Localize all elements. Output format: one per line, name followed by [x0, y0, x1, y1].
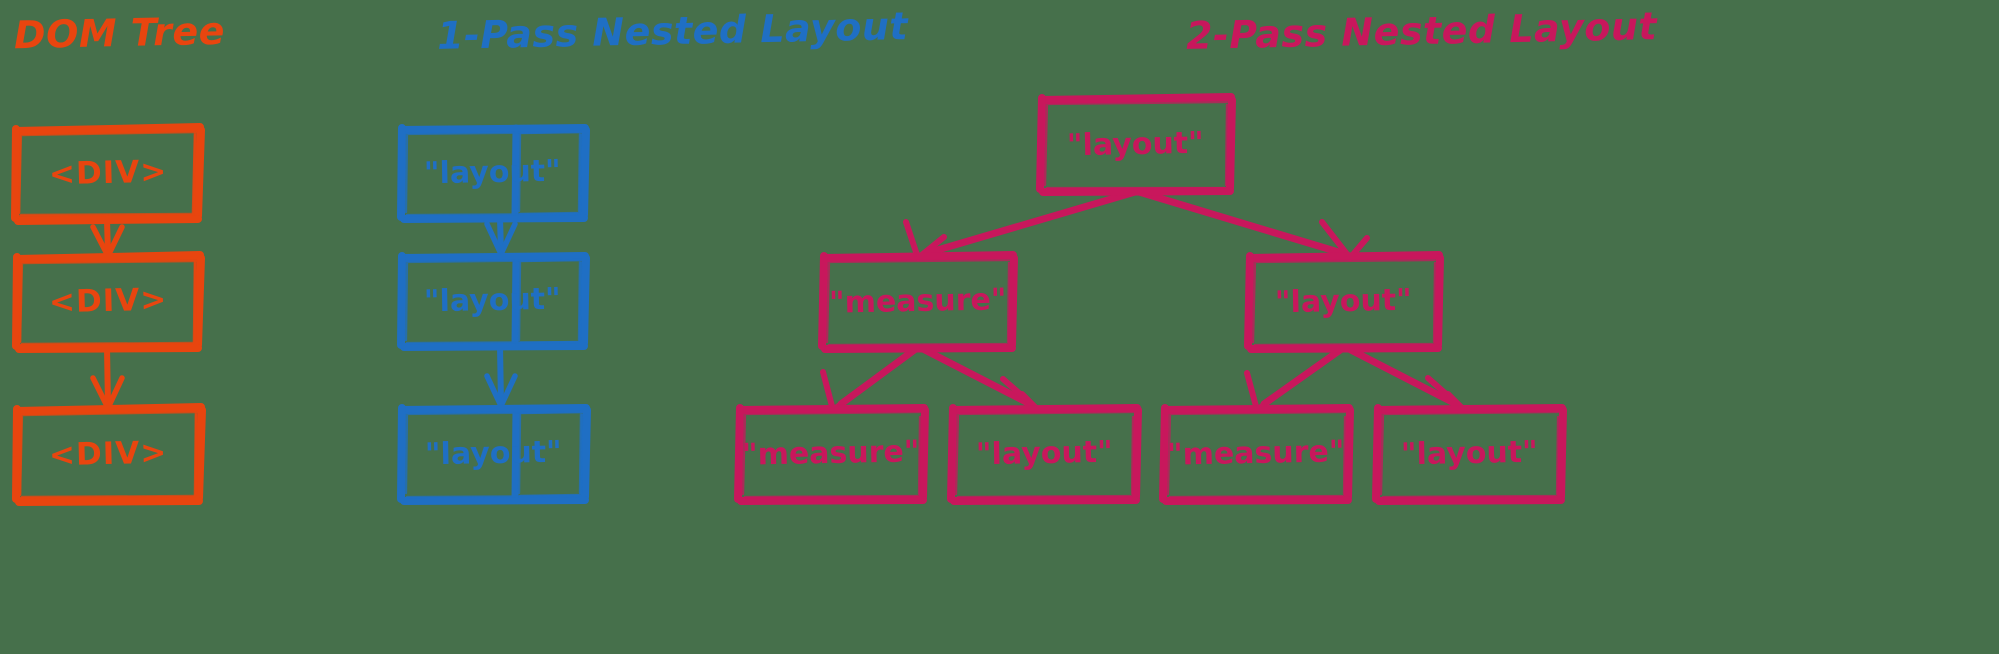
- node-label: "layout": [1274, 282, 1413, 321]
- one-pass-node-1[interactable]: "layout": [399, 127, 586, 219]
- two-pass-node-level2-left-left[interactable]: "measure": [738, 407, 924, 501]
- node-label: "layout": [423, 281, 562, 320]
- dom-tree-node-2[interactable]: <DIV>: [14, 255, 202, 348]
- column-title-two-pass-nested-layout: 2-Pass Nested Layout: [1185, 4, 1658, 58]
- two-pass-node-level2-left-right[interactable]: "layout": [951, 407, 1137, 501]
- column-title-dom-tree: DOM Tree: [13, 8, 226, 58]
- node-label: "layout": [1400, 434, 1538, 473]
- one-pass-node-2[interactable]: "layout": [399, 255, 586, 347]
- node-label: "layout": [423, 153, 562, 192]
- two-pass-node-level2-right-left[interactable]: "measure": [1163, 407, 1349, 501]
- dom-tree-node-3[interactable]: <DIV>: [14, 407, 202, 501]
- two-pass-node-level2-right-right[interactable]: "layout": [1376, 407, 1562, 501]
- node-label: "layout": [975, 434, 1113, 473]
- one-pass-node-3[interactable]: "layout": [399, 407, 587, 501]
- node-label: "layout": [1066, 125, 1205, 163]
- diagram-canvas: DOM Tree 1-Pass Nested Layout 2-Pass Nes…: [0, 0, 1999, 654]
- node-label: "measure": [741, 434, 921, 473]
- node-label: "layout": [424, 434, 562, 473]
- dom-tree-node-1[interactable]: <DIV>: [14, 127, 202, 220]
- two-pass-node-level1-right[interactable]: "layout": [1248, 255, 1439, 349]
- node-label: <DIV>: [48, 281, 168, 321]
- node-label: <DIV>: [48, 153, 168, 193]
- node-label: "measure": [828, 282, 1007, 321]
- node-label: <DIV>: [48, 434, 168, 473]
- two-pass-node-root[interactable]: "layout": [1040, 97, 1231, 192]
- two-pass-node-level1-left[interactable]: "measure": [822, 255, 1013, 349]
- node-label: "measure": [1166, 434, 1346, 473]
- column-title-one-pass-nested-layout: 1-Pass Nested Layout: [436, 4, 909, 58]
